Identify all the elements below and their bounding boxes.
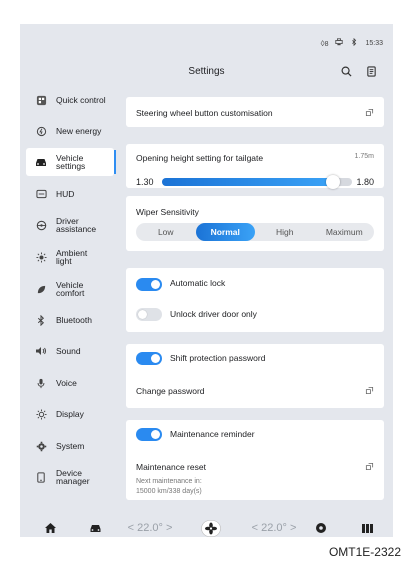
automatic-lock-label: Automatic lock — [170, 278, 226, 288]
sidebar-item-quick-control[interactable]: Quick control — [26, 86, 114, 114]
steering-wheel-icon — [34, 218, 48, 232]
wiper-sensitivity-card: Wiper Sensitivity Low Normal High Maximu… — [126, 196, 384, 251]
sidebar-item-new-energy[interactable]: New energy — [26, 117, 114, 145]
sidebar-item-device-manager[interactable]: Device manager — [26, 463, 114, 491]
maintenance-reset-label[interactable]: Maintenance reset — [136, 462, 206, 472]
change-password-label[interactable]: Change password — [136, 386, 205, 396]
bluetooth-icon — [34, 313, 48, 327]
sidebar-item-label: New energy — [56, 126, 102, 136]
infotainment-screen: ◊8 15:33 Settings Quick control New ener… — [20, 24, 393, 537]
shift-protection-toggle[interactable] — [136, 352, 162, 365]
home-icon[interactable] — [42, 520, 58, 536]
bluetooth-status-icon — [350, 37, 358, 48]
steering-button-label: Steering wheel button customisation — [136, 108, 273, 118]
vehicle-icon[interactable] — [87, 520, 103, 536]
figure-code: OMT1E-2322 — [328, 545, 401, 559]
shift-protection-label: Shift protection password — [170, 353, 266, 363]
speaker-icon — [34, 344, 48, 358]
lock-card: Automatic lock Unlock driver door only — [126, 268, 384, 332]
header: Settings — [20, 62, 393, 82]
automatic-lock-toggle[interactable] — [136, 278, 162, 291]
next-maintenance-value: 15000 km/338 day(s) — [136, 488, 202, 495]
signal-value: 8 — [324, 40, 329, 48]
toggle-knob — [151, 430, 160, 439]
maintenance-reminder-toggle[interactable] — [136, 428, 162, 441]
wiper-option-low[interactable]: Low — [136, 223, 196, 241]
wiper-option-normal[interactable]: Normal — [195, 223, 255, 241]
maintenance-card: Maintenance reminder Maintenance reset N… — [126, 420, 384, 500]
new-energy-icon — [34, 124, 48, 138]
wiper-segmented-control: Low Normal High Maximum — [136, 223, 374, 241]
toggle-knob — [151, 354, 160, 363]
next-maintenance-label: Next maintenance in: — [136, 478, 202, 485]
sidebar-item-label: Driver assistance — [56, 216, 97, 234]
wiper-option-maximum[interactable]: Maximum — [315, 223, 375, 241]
sidebar-item-vehicle-comfort[interactable]: Vehicle comfort — [26, 275, 114, 303]
shift-protection-card: Shift protection password Change passwor… — [126, 344, 384, 408]
sidebar-item-system[interactable]: System — [26, 432, 114, 460]
toggle-knob — [151, 280, 160, 289]
printer-icon — [335, 38, 344, 48]
tailgate-label: Opening height setting for tailgate — [136, 153, 264, 163]
page-title: Settings — [188, 66, 225, 77]
wiper-option-high[interactable]: High — [255, 223, 315, 241]
sidebar-item-sound[interactable]: Sound — [26, 337, 114, 365]
sidebar-item-label: Display — [56, 409, 84, 419]
sidebar-item-hud[interactable]: HUD — [26, 180, 114, 208]
wiper-label: Wiper Sensitivity — [136, 207, 199, 217]
sidebar-item-label: Ambient light — [56, 248, 88, 266]
sidebar-item-voice[interactable]: Voice — [26, 369, 114, 397]
sidebar-item-label: System — [56, 441, 85, 451]
media-icon[interactable] — [313, 520, 329, 536]
unlock-driver-door-label: Unlock driver door only — [170, 309, 257, 319]
manual-icon[interactable] — [364, 64, 378, 78]
sidebar-item-label: HUD — [56, 189, 75, 199]
toggle-knob — [138, 310, 147, 319]
external-link-icon[interactable] — [365, 386, 374, 395]
external-link-icon[interactable] — [365, 108, 374, 117]
car-icon — [34, 155, 48, 169]
tailgate-slider[interactable] — [162, 175, 352, 189]
hud-icon — [34, 187, 48, 201]
sidebar-item-label: Quick control — [56, 95, 106, 105]
external-link-icon[interactable] — [365, 462, 374, 471]
tailgate-min-value: 1.30 — [136, 177, 154, 187]
sidebar-item-label: Sound — [56, 346, 81, 356]
search-icon[interactable] — [339, 64, 353, 78]
fan-icon[interactable] — [201, 520, 221, 537]
leaf-icon — [34, 282, 48, 296]
sidebar-item-label: Vehicle settings — [56, 153, 86, 171]
unlock-driver-door-toggle[interactable] — [136, 308, 162, 321]
quick-control-icon — [34, 93, 48, 107]
apps-icon[interactable] — [359, 520, 375, 536]
maintenance-reminder-label: Maintenance reminder — [170, 429, 255, 439]
sun-icon — [34, 250, 48, 264]
sidebar-item-label: Voice — [56, 378, 77, 388]
sidebar-item-bluetooth[interactable]: Bluetooth — [26, 306, 114, 334]
brightness-icon — [34, 407, 48, 421]
tailgate-height-card: Opening height setting for tailgate 1.75… — [126, 144, 384, 189]
gear-icon — [34, 439, 48, 453]
tailgate-current-value: 1.75m — [354, 153, 374, 160]
status-time: 15:33 — [365, 39, 383, 47]
tailgate-max-value: 1.80 — [356, 177, 374, 187]
status-signal: ◊8 — [321, 39, 329, 48]
microphone-icon — [34, 376, 48, 390]
status-bar: ◊8 15:33 — [321, 37, 383, 48]
sidebar-item-label: Vehicle comfort — [56, 280, 85, 298]
sidebar-item-driver-assistance[interactable]: Driver assistance — [26, 211, 114, 239]
tailgate-slider-handle[interactable] — [326, 175, 340, 189]
sidebar-item-label: Bluetooth — [56, 315, 92, 325]
sidebar-item-ambient-light[interactable]: Ambient light — [26, 243, 114, 271]
sidebar-item-label: Device manager — [56, 468, 90, 486]
sidebar-item-vehicle-settings[interactable]: Vehicle settings — [26, 148, 116, 176]
device-icon — [34, 470, 48, 484]
tailgate-slider-fill — [162, 178, 333, 186]
steering-button-card[interactable]: Steering wheel button customisation — [126, 97, 384, 127]
sidebar-item-display[interactable]: Display — [26, 400, 114, 428]
bottom-bar: < 22.0° > < 22.0° > — [20, 520, 393, 537]
left-temperature[interactable]: < 22.0° > — [118, 520, 182, 536]
right-temperature[interactable]: < 22.0° > — [242, 520, 306, 536]
